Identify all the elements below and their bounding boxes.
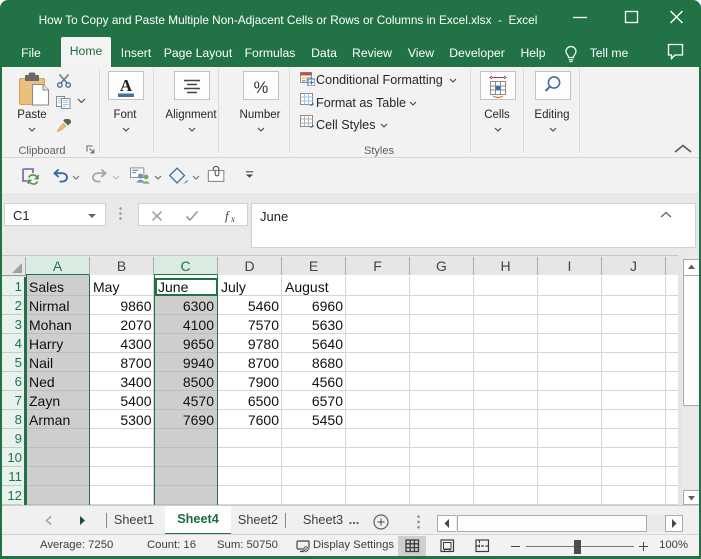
svg-text:%: % [254, 79, 269, 97]
svg-text:A: A [120, 76, 133, 95]
svg-text:x: x [230, 214, 235, 223]
